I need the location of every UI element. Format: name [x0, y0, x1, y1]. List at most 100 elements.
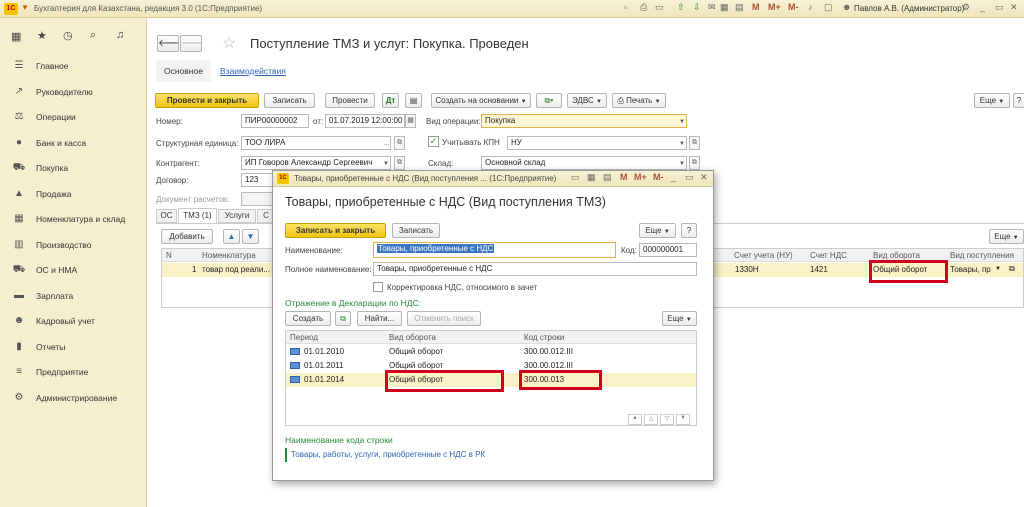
name-field[interactable]: Товары, приобретенные с НДС	[373, 242, 616, 258]
move-up-button[interactable]: ▲	[223, 229, 240, 244]
sidebar-item[interactable]: ▮ Отчеты	[0, 337, 146, 357]
app-menu-icon[interactable]: ▼	[21, 3, 29, 12]
scroll-top-icon[interactable]: ▲	[628, 414, 642, 425]
favorites-star-icon[interactable]: ★	[37, 29, 47, 42]
user-icon[interactable]: ☻	[842, 2, 851, 15]
unit-field[interactable]: ТОО ЛИРА...	[241, 136, 391, 150]
dialog-link-icon[interactable]: ▭	[571, 172, 580, 185]
print-icon[interactable]: ⎙	[640, 2, 647, 15]
dialog-m-minus-icon[interactable]: M-	[653, 172, 664, 185]
sidebar-item[interactable]: ● Банк и касса	[0, 133, 146, 153]
list-more-button[interactable]: Еще ▼	[662, 311, 697, 326]
open-receipt-icon[interactable]: ⧉	[1009, 264, 1015, 274]
sidebar-item[interactable]: ⚙ Администрирование	[0, 388, 146, 408]
save-button[interactable]: Записать	[264, 93, 315, 108]
info-icon[interactable]: ▢	[824, 2, 833, 15]
sidebar-item[interactable]: ▬ Зарплата	[0, 286, 146, 306]
forward-button[interactable]: 🡒	[180, 35, 202, 52]
edvs-button[interactable]: ЭДВС ▼	[567, 93, 607, 108]
dialog-calc-icon[interactable]: ▤	[603, 172, 612, 185]
add-row-button[interactable]: Добавить	[161, 229, 213, 244]
dialog-m-plus-icon[interactable]: M+	[634, 172, 647, 185]
tab-tmz[interactable]: ТМЗ (1)	[178, 208, 217, 223]
tab-services[interactable]: Услуги	[218, 209, 256, 223]
m-minus-icon[interactable]: M-	[788, 2, 799, 15]
create-button[interactable]: Создать	[285, 311, 331, 326]
more-button[interactable]: Еще ▼	[974, 93, 1010, 108]
calendar-picker-icon[interactable]: ▦	[405, 114, 416, 128]
dialog-more-button[interactable]: Еще ▼	[639, 223, 676, 238]
move-down-button[interactable]: ▼	[242, 229, 259, 244]
m-plus-icon[interactable]: M+	[768, 2, 781, 15]
create-on-basis-button[interactable]: Создать на основании ▼	[431, 93, 531, 108]
settings-icon[interactable]: ⚙	[962, 2, 970, 15]
contract-field[interactable]: 123	[241, 173, 275, 187]
favorite-star-icon[interactable]: ☆	[222, 33, 236, 53]
upload-icon[interactable]: ⇧	[677, 2, 685, 15]
structure-button[interactable]: ⧉▾	[536, 93, 562, 108]
open-warehouse-icon[interactable]: ⧉	[689, 156, 700, 170]
open-unit-icon[interactable]: ⧉	[394, 136, 405, 150]
kpn-select[interactable]: НУ ▼	[507, 136, 687, 150]
dialog-help-button[interactable]: ?	[681, 223, 697, 238]
scroll-bottom-icon[interactable]: ▼	[676, 414, 690, 425]
vat-correction-checkbox[interactable]	[373, 282, 383, 292]
operation-select[interactable]: Покупка ▼	[481, 114, 687, 128]
scroll-up-icon[interactable]: △	[644, 414, 658, 425]
sidebar-item[interactable]: ▥ Производство	[0, 235, 146, 255]
table-more-button[interactable]: Еще ▼	[989, 229, 1024, 244]
tab-os[interactable]: ОС	[156, 209, 177, 223]
warehouse-select[interactable]: Основной склад ▼	[481, 156, 687, 170]
bell-icon[interactable]: ♪	[808, 2, 813, 15]
code-field[interactable]: 000000001	[639, 243, 697, 257]
close-icon[interactable]: ✕	[1010, 2, 1018, 15]
sidebar-item[interactable]: ☰ Главное	[0, 56, 146, 76]
save-icon[interactable]: ▫	[624, 2, 627, 15]
dialog-maximize-icon[interactable]: ▭	[685, 172, 694, 185]
open-kpn-icon[interactable]: ⧉	[689, 136, 700, 150]
back-button[interactable]: 🡐	[157, 35, 179, 52]
sidebar-item[interactable]: ⛟ Покупка	[0, 158, 146, 178]
minimize-icon[interactable]: _	[980, 2, 985, 15]
cancel-search-button[interactable]: Отменить поиск	[407, 311, 481, 326]
post-button[interactable]: Провести	[325, 93, 375, 108]
preview-icon[interactable]: ▭	[655, 2, 664, 15]
dialog-m-icon[interactable]: M	[620, 172, 628, 185]
tab-interactions[interactable]: Взаимодействия	[220, 66, 286, 76]
settlement-doc-field[interactable]	[241, 192, 275, 206]
m-icon[interactable]: M	[752, 2, 760, 15]
sidebar-item[interactable]: ⚖ Операции	[0, 107, 146, 127]
dialog-minimize-icon[interactable]: _	[671, 172, 676, 185]
calc-icon[interactable]: ▤	[735, 2, 744, 15]
contractor-field[interactable]: ИП Говоров Александр Сергеевич ▼	[241, 156, 391, 170]
date-field[interactable]: 01.07.2019 12:00:00	[325, 114, 405, 128]
copy-button[interactable]: ⧉	[335, 311, 351, 326]
history-icon[interactable]: ◷	[63, 29, 73, 42]
sidebar-item[interactable]: ≡ Предприятие	[0, 362, 146, 382]
post-and-close-button[interactable]: Провести и закрыть	[155, 93, 259, 108]
save-and-close-button[interactable]: Записать и закрыть	[285, 223, 386, 238]
chevron-down-icon[interactable]: ▼	[995, 266, 1001, 272]
number-field[interactable]: ПИР00000002	[241, 114, 309, 128]
calendar-icon[interactable]: ▦	[720, 2, 729, 15]
user-name[interactable]: Павлов А.В. (Администратор)	[854, 4, 964, 13]
report-button[interactable]: ▤	[405, 93, 422, 108]
sidebar-item[interactable]: ▦ Номенклатура и склад	[0, 209, 146, 229]
sidebar-item[interactable]: ▲ Продажа	[0, 184, 146, 204]
dialog-calendar-icon[interactable]: ▦	[587, 172, 596, 185]
dialog-close-icon[interactable]: ✕	[700, 172, 708, 185]
open-contractor-icon[interactable]: ⧉	[394, 156, 405, 170]
print-button[interactable]: ⎙ Печать ▼	[612, 93, 666, 108]
download-icon[interactable]: ⇩	[693, 2, 701, 15]
apps-grid-icon[interactable]: ▦	[11, 30, 21, 43]
dialog-save-button[interactable]: Записать	[392, 223, 440, 238]
sidebar-item[interactable]: ⛟ ОС и НМА	[0, 260, 146, 280]
search-icon[interactable]: ⌕	[90, 29, 96, 42]
maximize-icon[interactable]: ▭	[995, 2, 1004, 15]
find-button[interactable]: Найти...	[357, 311, 402, 326]
help-button[interactable]: ?	[1013, 93, 1024, 108]
tab-main[interactable]: Основное	[156, 60, 211, 82]
sidebar-item[interactable]: ☻ Кадровый учет	[0, 311, 146, 331]
journal-dt-kt-button[interactable]: Дт	[382, 93, 399, 108]
mail-icon[interactable]: ✉	[708, 2, 716, 15]
